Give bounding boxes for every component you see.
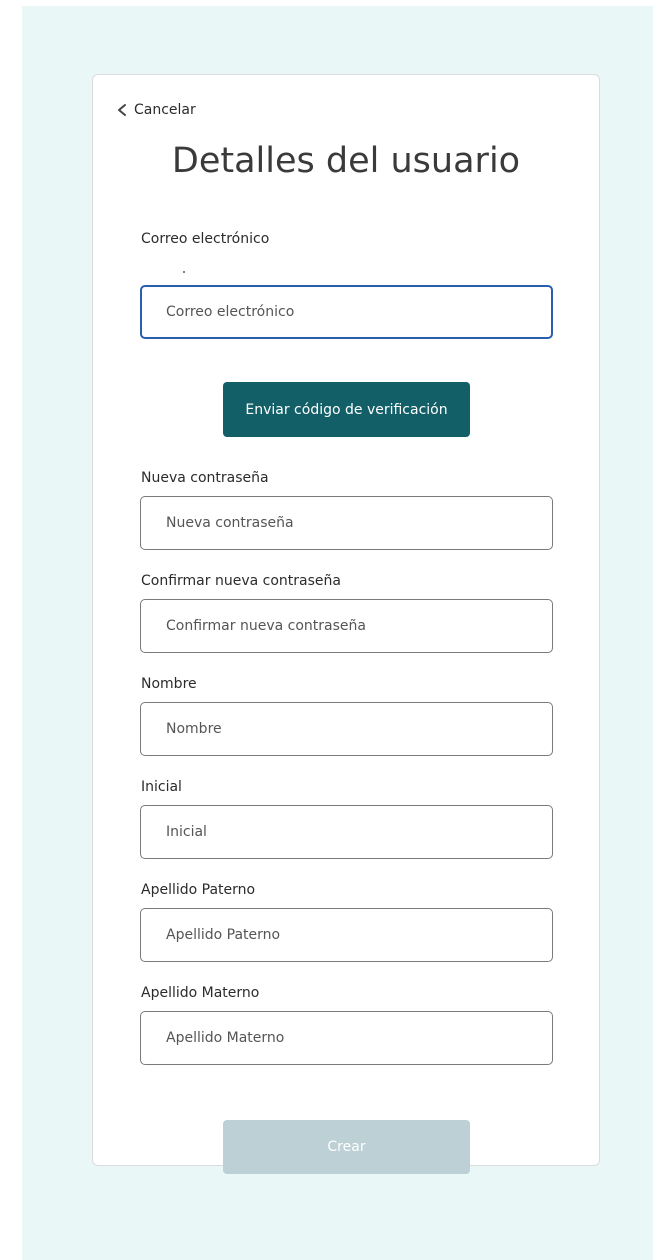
confirm-password-label: Confirmar nueva contraseña: [141, 573, 341, 589]
confirm-password-input[interactable]: [140, 599, 553, 653]
maternal-surname-label: Apellido Materno: [141, 985, 260, 1001]
page-title: Detalles del usuario: [171, 141, 521, 181]
chevron-left-icon: [118, 104, 126, 116]
initial-input[interactable]: [140, 805, 553, 859]
decorative-dot: [183, 271, 185, 273]
cancel-link[interactable]: Cancelar: [116, 100, 196, 120]
cancel-label: Cancelar: [134, 102, 196, 118]
new-password-input[interactable]: [140, 496, 553, 550]
send-verification-code-button[interactable]: Enviar código de verificación: [223, 382, 470, 437]
create-button[interactable]: Crear: [223, 1120, 470, 1174]
first-name-label: Nombre: [141, 676, 197, 692]
new-password-label: Nueva contraseña: [141, 470, 269, 486]
paternal-surname-input[interactable]: [140, 908, 553, 962]
paternal-surname-label: Apellido Paterno: [141, 882, 256, 898]
email-input[interactable]: [140, 285, 553, 339]
first-name-input[interactable]: [140, 702, 553, 756]
maternal-surname-input[interactable]: [140, 1011, 553, 1065]
initial-label: Inicial: [141, 779, 182, 795]
email-label: Correo electrónico: [141, 231, 270, 247]
